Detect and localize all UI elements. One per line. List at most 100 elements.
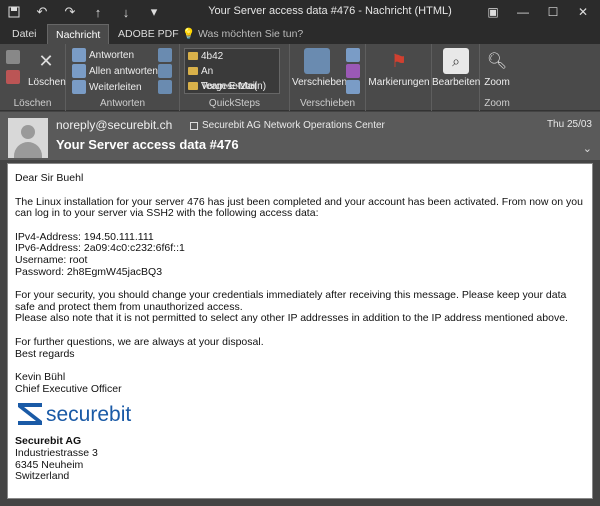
- access-line: Password: 2h8EgmW45jacBQ3: [15, 265, 163, 278]
- group-label-loeschen: Löschen: [13, 98, 52, 109]
- reply-all-icon: [72, 64, 86, 78]
- regards-text: Best regards: [15, 347, 75, 360]
- company-street: Industriestrasse 3: [15, 446, 98, 459]
- lightbulb-icon: 💡: [182, 28, 196, 40]
- message-subject: Your Server access data #476: [56, 137, 239, 152]
- onenote-button[interactable]: [346, 64, 363, 78]
- company-city: 6345 Neuheim: [15, 458, 84, 471]
- rules-icon: [346, 48, 360, 62]
- access-line: Username: root: [15, 253, 88, 266]
- intro-paragraph: The Linux installation for your server 4…: [15, 195, 583, 220]
- meeting-button[interactable]: [158, 48, 175, 62]
- group-antworten: Antworten Allen antworten Weiterleiten A…: [66, 44, 180, 111]
- move-button[interactable]: Verschieben: [292, 48, 348, 88]
- window-title: Your Server access data #476 - Nachricht…: [208, 5, 452, 17]
- reply-button[interactable]: Antworten: [72, 48, 134, 62]
- maximize-icon[interactable]: ☐: [538, 0, 568, 24]
- move-folder-icon: [304, 48, 330, 74]
- closing-paragraph: For further questions, we are always at …: [15, 335, 584, 360]
- group-label-zoom: Zoom: [484, 98, 510, 109]
- quickstep-item[interactable]: 4b42: [185, 49, 279, 64]
- delete-button[interactable]: ✕ Löschen: [28, 48, 66, 89]
- zoom-button[interactable]: 🔍︎ Zoom: [480, 48, 514, 88]
- ip-note-text: Please also note that it is not permitte…: [15, 312, 568, 325]
- minimize-icon[interactable]: —: [508, 0, 538, 24]
- tell-me-box[interactable]: 💡 Was möchten Sie tun?: [182, 27, 303, 40]
- group-loeschen: ✕ Löschen Löschen: [0, 44, 66, 111]
- move-label: Verschieben: [292, 77, 348, 88]
- group-label-antworten: Antworten: [99, 98, 146, 109]
- meeting-icon: [158, 48, 172, 62]
- quicksteps-list[interactable]: 4b42 An Vorgesetzte(n) Team-E-Mail: [184, 48, 280, 94]
- company-address: Securebit AG Industriestrasse 3 6345 Neu…: [15, 436, 584, 482]
- find-icon: ⌕: [443, 48, 469, 74]
- im-icon: [158, 64, 172, 78]
- edit-button[interactable]: ⌕ Bearbeiten: [432, 48, 480, 88]
- save-icon[interactable]: [0, 0, 28, 24]
- quickstep-item[interactable]: Team-E-Mail: [185, 79, 279, 94]
- actions-icon: [346, 80, 360, 94]
- questions-text: For further questions, we are always at …: [15, 335, 264, 348]
- group-verschieben: Verschieben Verschieben: [290, 44, 366, 111]
- rules-button[interactable]: [346, 48, 363, 62]
- tell-me-text: Was möchten Sie tun?: [198, 28, 304, 40]
- greeting: Dear Sir Buehl: [15, 172, 84, 184]
- tags-button[interactable]: ⚑ Markierungen: [368, 48, 430, 89]
- forward-label: Weiterleiten: [89, 81, 142, 93]
- recipient[interactable]: Securebit AG Network Operations Center: [190, 120, 385, 131]
- more-icon: [158, 80, 172, 94]
- tab-adobe-pdf[interactable]: ADOBE PDF: [110, 24, 187, 44]
- delete-x-icon: ✕: [38, 50, 54, 71]
- down-arrow-icon[interactable]: ↓: [112, 0, 140, 24]
- access-line: IPv6-Address: 2a09:4c0:c232:6f6f::1: [15, 242, 185, 255]
- title-bar: ↶ ↷ ↑ ↓ ▾ Your Server access data #476 -…: [0, 0, 600, 24]
- im-button[interactable]: [158, 64, 175, 78]
- ribbon-display-icon[interactable]: ▣: [478, 0, 508, 24]
- signer-title: Chief Executive Officer: [15, 382, 122, 395]
- group-label-quicksteps: QuickSteps: [208, 98, 261, 109]
- message-header: noreply@securebit.ch Securebit AG Networ…: [0, 112, 600, 160]
- access-data: IPv4-Address: 194.50.111.111 IPv6-Addres…: [15, 231, 584, 278]
- message-date: Thu 25/03: [546, 119, 592, 130]
- signature: Kevin Bühl Chief Executive Officer: [15, 372, 584, 395]
- junk-icon: [6, 70, 20, 84]
- reply-icon: [72, 48, 86, 62]
- reply-all-button[interactable]: Allen antworten: [72, 64, 158, 78]
- company-name: Securebit AG: [15, 435, 82, 448]
- forward-button[interactable]: Weiterleiten: [72, 80, 142, 94]
- magnifier-icon: 🔍︎: [486, 53, 508, 70]
- undo-icon[interactable]: ↶: [28, 0, 56, 24]
- onenote-icon: [346, 64, 360, 78]
- customize-dropdown-icon[interactable]: ▾: [140, 0, 168, 24]
- redo-icon[interactable]: ↷: [56, 0, 84, 24]
- avatar: [8, 118, 48, 158]
- tab-nachricht[interactable]: Nachricht: [47, 24, 110, 44]
- more-respond-button[interactable]: [158, 80, 175, 94]
- company-country: Switzerland: [15, 470, 70, 483]
- reply-label: Antworten: [89, 49, 135, 61]
- zoom-label: Zoom: [484, 77, 510, 88]
- delete-label: Löschen: [28, 77, 66, 88]
- junk-button[interactable]: [6, 70, 23, 84]
- tags-label: Markierungen: [368, 77, 430, 88]
- group-markierungen: ⚑ Markierungen: [366, 44, 432, 111]
- recipient-presence-icon: [190, 121, 198, 130]
- actions-button[interactable]: [346, 80, 363, 94]
- group-label-verschieben: Verschieben: [299, 98, 356, 109]
- ignore-button[interactable]: [6, 50, 23, 64]
- ribbon-tabs: Datei Nachricht ADOBE PDF 💡 Was möchten …: [0, 24, 600, 44]
- securebit-logo: securebit: [16, 401, 584, 427]
- forward-icon: [72, 80, 86, 94]
- logo-text: securebit: [46, 402, 132, 426]
- reply-all-label: Allen antworten: [89, 65, 158, 77]
- up-arrow-icon[interactable]: ↑: [84, 0, 112, 24]
- quickstep-item[interactable]: An Vorgesetzte(n): [185, 64, 279, 92]
- tab-datei[interactable]: Datei: [4, 24, 45, 44]
- security-paragraph: For your security, you should change you…: [15, 289, 584, 325]
- message-body: Dear Sir Buehl The Linux installation fo…: [7, 163, 593, 499]
- sender-address[interactable]: noreply@securebit.ch: [56, 118, 172, 132]
- expand-header-icon[interactable]: ⌄: [583, 142, 592, 155]
- flag-icon: ⚑: [390, 50, 408, 71]
- group-zoom: 🔍︎ Zoom Zoom: [480, 44, 514, 111]
- close-icon[interactable]: ✕: [568, 0, 598, 24]
